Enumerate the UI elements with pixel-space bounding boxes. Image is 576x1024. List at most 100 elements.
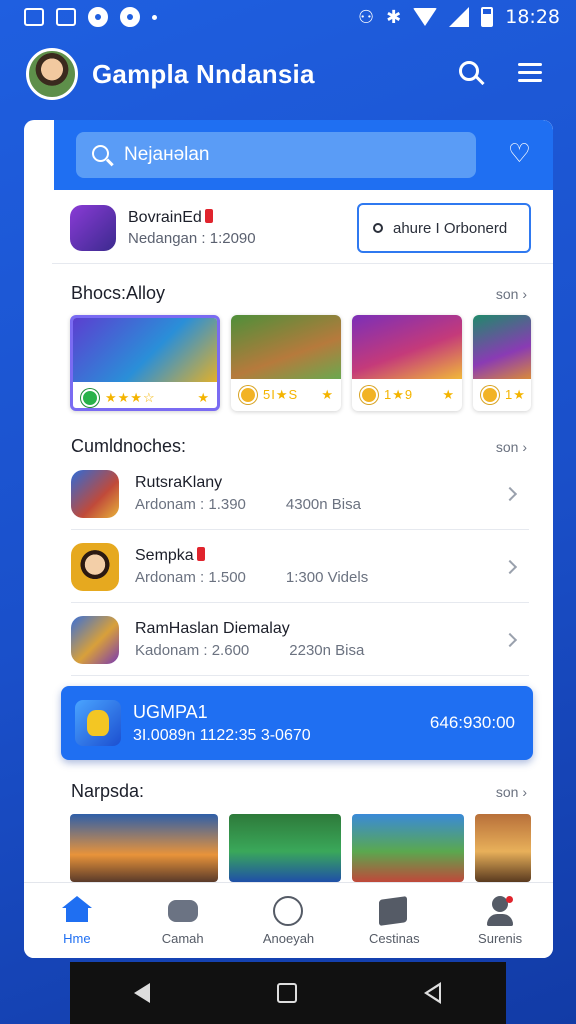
- featured-game-card[interactable]: 1★9 ★: [352, 315, 462, 411]
- game-art: [473, 315, 531, 379]
- section-title-new: Narpsda:: [71, 781, 145, 801]
- highlight-title: UGMPA1: [133, 701, 208, 722]
- coin-icon: [481, 386, 499, 404]
- home-button[interactable]: [276, 983, 297, 1003]
- tab-home[interactable]: Hme: [24, 883, 130, 958]
- chrome-icon: [120, 7, 140, 27]
- bluetooth-icon: ✱: [386, 6, 402, 28]
- list-item[interactable]: Sempka Ardonam : 1.500 1:300 Videls: [71, 531, 529, 603]
- highlight-subtitle: 3I.0089n 1122:35 3-0670: [133, 726, 311, 744]
- list-item-title: RutsraKlany: [135, 474, 223, 491]
- promo-game-icon: [70, 204, 116, 251]
- coin-icon: [239, 386, 257, 404]
- highlight-card[interactable]: UGMPA1 3I.0089n 1122:35 3-0670 646:930:0…: [61, 686, 533, 760]
- search-button[interactable]: [456, 58, 488, 90]
- see-more-featured[interactable]: son ›: [496, 286, 527, 302]
- wifi-icon: [413, 8, 438, 26]
- section-title-featured: Bhocs:Alloy: [71, 283, 166, 303]
- new-badge: [196, 547, 205, 561]
- menu-icon: [518, 63, 542, 66]
- tab-label: Anoeyah: [262, 930, 315, 946]
- tab-label: Hme: [63, 930, 91, 946]
- game-thumbnail[interactable]: [352, 814, 464, 882]
- favorite-star-icon: ★: [321, 387, 333, 402]
- menu-button[interactable]: [514, 58, 546, 90]
- game-icon: [71, 542, 119, 591]
- section-title-recent: Cumldnoches:: [71, 436, 187, 456]
- tab-label: Camah: [161, 930, 204, 946]
- promo-action-button[interactable]: ahure I Orbonerd: [357, 203, 531, 253]
- featured-game-card[interactable]: 1★: [473, 315, 531, 411]
- status-bar: ⚇ ✱ 18:28: [0, 0, 576, 34]
- game-art: [73, 318, 217, 382]
- coin-icon: [81, 389, 99, 407]
- search-icon: [459, 61, 479, 81]
- list-item-extra: 2230n Bisa: [289, 642, 365, 659]
- featured-game-card[interactable]: 5I★S ★: [231, 315, 341, 411]
- gallery-icon: [24, 8, 44, 26]
- app-header: Gampla Nndansia: [26, 46, 546, 102]
- list-item[interactable]: RamHaslan Diemalay Kadonam : 2.600 2230n…: [71, 604, 529, 676]
- new-badge: [204, 208, 213, 223]
- app-title: Gampla Nndansia: [92, 58, 315, 89]
- highlight-game-icon: [75, 700, 121, 746]
- rating-stars: ★★★☆: [105, 390, 156, 405]
- promo-subtitle: Nedangan : 1:2090: [128, 229, 256, 247]
- avatar[interactable]: [26, 48, 78, 100]
- highlight-value: 646:930:00: [429, 713, 515, 732]
- search-input[interactable]: Nejaнəlan: [76, 132, 476, 178]
- tab-social[interactable]: Anoeyah: [236, 883, 342, 958]
- tab-label: Surenis: [478, 930, 523, 946]
- bottom-tab-bar: Hme Camah Anoeyah Cestinas Surenis: [24, 882, 553, 958]
- battery-icon: [481, 7, 494, 27]
- game-thumbnail[interactable]: [229, 814, 341, 882]
- tab-games[interactable]: Camah: [130, 883, 236, 958]
- list-item-meta: Ardonam : 1.500: [135, 569, 246, 586]
- gamepad-icon: [167, 896, 198, 926]
- chevron-right-icon: [502, 632, 518, 647]
- back-button[interactable]: [133, 983, 150, 1003]
- list-item-title: Sempka: [135, 547, 194, 564]
- game-thumbnail[interactable]: [70, 814, 218, 882]
- featured-game-card[interactable]: ★★★☆ ★: [70, 315, 220, 411]
- favorites-heart-icon[interactable]: ♡: [508, 140, 531, 168]
- search-band: Nejaнəlan ♡: [54, 120, 553, 190]
- signal-icon: [449, 7, 470, 27]
- list-item-title: RamHaslan Diemalay: [135, 620, 290, 637]
- search-placeholder: Nejaнəlan: [124, 144, 210, 165]
- status-left-icons: [24, 7, 157, 27]
- status-right-icons: ⚇ ✱ 18:28: [358, 6, 560, 28]
- box-icon: [379, 895, 409, 926]
- see-more-recent[interactable]: son ›: [496, 439, 527, 455]
- favorite-star-icon: ★: [197, 390, 209, 405]
- rating-stars: 5I★S: [263, 387, 299, 402]
- more-notifications-dot: [152, 14, 157, 20]
- game-thumbnail[interactable]: [475, 814, 531, 882]
- list-item-extra: 4300n Bisa: [285, 496, 361, 513]
- promo-title: BovrainEd: [128, 208, 202, 226]
- rating-stars: 1★9: [384, 387, 414, 402]
- list-item-extra: 1:300 Videls: [285, 569, 369, 586]
- tab-profile[interactable]: Surenis: [447, 883, 553, 958]
- list-item-meta: Kadonam : 2.600: [135, 642, 250, 659]
- see-more-new[interactable]: son ›: [496, 784, 527, 800]
- chevron-right-icon: [502, 486, 518, 501]
- chevron-right-icon: [502, 559, 518, 574]
- recents-button[interactable]: [424, 982, 442, 1004]
- promo-action-label: ahure I Orbonerd: [393, 219, 508, 237]
- search-icon: [92, 145, 109, 162]
- list-item[interactable]: RutsraKlany Ardonam : 1.390 4300n Bisa: [71, 458, 529, 530]
- smiley-icon: [273, 895, 304, 926]
- game-icon: [71, 469, 119, 518]
- promo-banner[interactable]: BovrainEd Nedangan : 1:2090 ahure I Orbo…: [52, 192, 553, 264]
- photo-icon: [56, 8, 76, 26]
- home-icon: [61, 895, 92, 926]
- game-icon: [71, 615, 119, 664]
- tab-store[interactable]: Cestinas: [341, 883, 447, 958]
- search-icon: [373, 223, 383, 233]
- clock: 18:28: [505, 6, 560, 28]
- user-icon: [485, 895, 515, 926]
- main-card: Nejaнəlan ♡ BovrainEd Nedangan : 1:2090 …: [24, 120, 553, 958]
- favorite-star-icon: ★: [442, 387, 454, 402]
- rating-stars: 1★: [505, 387, 526, 402]
